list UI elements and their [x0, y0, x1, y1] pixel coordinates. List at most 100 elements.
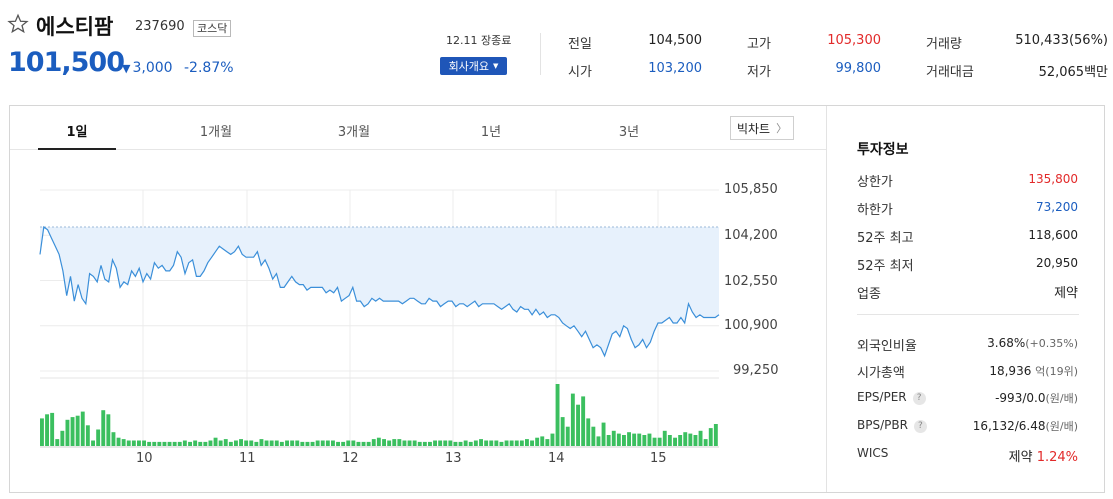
volume-bar — [468, 441, 473, 446]
volume-bar — [673, 437, 677, 446]
volume-bar — [667, 435, 672, 446]
volume-bar — [499, 441, 504, 446]
volume-bar — [504, 440, 509, 446]
volume-bar — [509, 440, 514, 446]
volume-bar — [632, 433, 637, 446]
volume-bar — [264, 440, 269, 446]
eps-per-text: EPS/PER — [857, 390, 907, 404]
volume-bar — [366, 441, 371, 446]
volume-bar — [325, 440, 330, 446]
52w-low-label: 52주 최저 — [857, 259, 914, 274]
x-tick-label: 15 — [650, 451, 667, 466]
volume-bar — [249, 440, 254, 446]
foreign-ratio-label: 외국인비율 — [857, 339, 917, 354]
volume-bar — [693, 435, 698, 446]
volume-bar — [285, 440, 289, 446]
volume-bar — [703, 439, 708, 446]
volume-bar — [662, 430, 667, 446]
volume-bar — [116, 437, 121, 446]
volume-bar — [101, 410, 106, 446]
volume-bar — [550, 433, 555, 446]
upper-limit-label: 상한가 — [857, 175, 893, 190]
volume-bar — [601, 422, 606, 446]
industry-label: 업종 — [857, 287, 881, 302]
volume-bar — [96, 429, 101, 446]
volume-bar — [198, 441, 203, 446]
volume-bar — [540, 436, 545, 446]
industry-value[interactable]: 제약 — [1054, 282, 1078, 301]
volume-bar — [126, 440, 131, 446]
volume-bar — [137, 440, 141, 446]
volume-bar — [530, 440, 534, 446]
volume-bar — [545, 439, 550, 446]
volume-bar — [448, 440, 453, 446]
intraday-chart — [39, 189, 720, 448]
help-icon[interactable]: ? — [913, 420, 927, 433]
volume-bar — [387, 440, 392, 446]
52w-low-value: 20,950 — [1036, 256, 1078, 270]
volume-bar — [213, 437, 218, 446]
volume-bar — [223, 439, 228, 446]
bps-pbr-unit: (원/배) — [1045, 420, 1078, 433]
wics-value[interactable]: 제약 1.24% — [1009, 446, 1078, 465]
help-icon[interactable]: ? — [912, 392, 926, 405]
eps-per-label: EPS/PER? — [857, 390, 926, 405]
market-cap-label: 시가총액 — [857, 366, 905, 381]
volume-bar — [519, 440, 524, 446]
volume-bar — [514, 440, 519, 446]
volume-bar — [407, 440, 412, 446]
volume-bar — [606, 435, 611, 446]
eps-per-unit: (원/배) — [1045, 392, 1078, 405]
volume-bar — [683, 432, 688, 446]
wics-sector: 제약 — [1008, 450, 1033, 465]
right-panel-divider — [826, 106, 827, 492]
volume-bar — [392, 439, 397, 446]
volume-bar — [417, 441, 422, 446]
volume-bar — [177, 441, 182, 446]
volume-bar — [463, 440, 468, 446]
volume-bar — [85, 425, 90, 446]
x-tick-label: 10 — [136, 451, 153, 466]
volume-bar — [172, 441, 177, 446]
volume-bar — [428, 441, 432, 446]
volume-bar — [484, 440, 489, 446]
volume-bar — [596, 436, 601, 446]
volume-bar — [331, 440, 335, 446]
volume-bar — [188, 441, 192, 446]
volume-bar — [167, 441, 172, 446]
volume-bar — [40, 418, 44, 446]
volume-bar — [647, 433, 652, 446]
volume-bar — [50, 412, 55, 446]
volume-bar — [203, 441, 208, 446]
volume-bar — [371, 439, 376, 446]
bps-pbr-value: 16,132/6.48(원/배) — [973, 418, 1078, 434]
volume-bar — [356, 441, 361, 446]
volume-bar — [254, 441, 259, 446]
volume-bar — [565, 426, 570, 446]
volume-bar — [228, 441, 233, 446]
volume-bar — [361, 441, 366, 446]
volume-bar — [581, 396, 586, 446]
x-tick-label: 14 — [548, 451, 565, 466]
foreign-ratio-value: 3.68%(+0.35%) — [987, 336, 1078, 350]
volume-bar — [627, 432, 631, 446]
amount-value: 52,065백만 — [1038, 65, 1108, 80]
volume-bar — [147, 441, 152, 446]
volume-bar — [611, 430, 616, 446]
volume-bar — [586, 418, 591, 446]
volume-bar — [657, 437, 662, 446]
volume-bar — [382, 439, 386, 446]
invest-info-title: 투자정보 — [857, 142, 909, 158]
volume-bar — [397, 439, 402, 446]
bps-pbr-text: BPS/PBR — [857, 418, 908, 432]
price-area-fill — [40, 227, 719, 356]
foreign-ratio-change: (+0.35%) — [1025, 337, 1078, 350]
upper-limit-value: 135,800 — [1028, 172, 1078, 186]
market-cap-rank: 억(19위) — [1035, 365, 1078, 378]
invest-info-divider — [857, 314, 1079, 315]
volume-bar — [259, 439, 264, 446]
volume-bar — [622, 435, 626, 446]
volume-bar — [346, 440, 351, 446]
volume-bar — [560, 417, 565, 446]
volume-bar — [111, 432, 116, 446]
